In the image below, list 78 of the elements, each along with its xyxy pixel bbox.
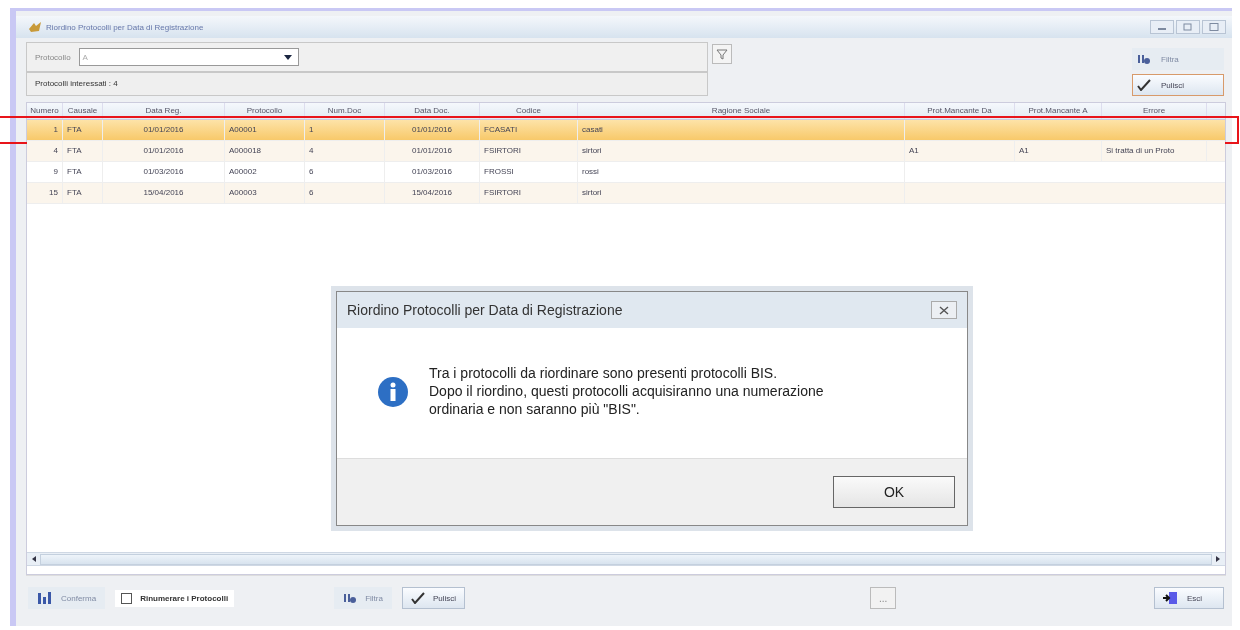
table-row[interactable]: 15 FTA 15/04/2016 A00003 6 15/04/2016 FSIRTORI sirtori [27, 183, 1225, 204]
column-header[interactable]: Codice [480, 103, 578, 119]
renumber-checkbox[interactable]: Rinumerare i Protocolli [115, 589, 235, 607]
table-cell: FTA [67, 167, 82, 176]
table-cell: 01/01/2016 [411, 146, 452, 155]
table-cell: 01/01/2016 [143, 146, 184, 155]
info-icon [377, 376, 409, 408]
table-cell: A00003 [229, 188, 257, 197]
caret-icon [283, 54, 292, 60]
table-cell: A000018 [229, 146, 262, 155]
filter-icon [343, 592, 358, 604]
scroll-left-icon[interactable] [31, 556, 37, 562]
table-cell: 15/04/2016 [411, 188, 452, 197]
column-header[interactable]: Errore [1102, 103, 1207, 119]
table-cell: Si tratta di un Proto [1106, 146, 1175, 155]
restore-icon [1183, 23, 1193, 31]
table-cell: sirtori [582, 188, 602, 197]
column-header[interactable]: Protocollo [225, 103, 305, 119]
dialog-message: Tra i protocolli da riordinare sono presenti protocolli BIS. Dopo il riordino, questi protocolli acquisiranno una numerazione ordinaria e non saranno più "BIS". [429, 364, 824, 418]
field-label: Protocollo [35, 52, 71, 62]
column-header[interactable]: Data Doc. [385, 103, 480, 119]
filter-icon [1137, 53, 1151, 65]
table-cell: A00002 [229, 167, 257, 176]
table-cell: 01/03/2016 [411, 167, 452, 176]
close-icon [939, 305, 949, 315]
column-header[interactable]: Data Reg. [103, 103, 225, 119]
table-cell: FTA [67, 188, 82, 197]
clear-button[interactable]: Pulisci [401, 587, 466, 609]
table-cell: sirtori [582, 146, 602, 155]
dialog-title: Riordino Protocolli per Data di Registrazione [347, 302, 623, 318]
table-cell: FTA [67, 146, 82, 155]
window-title: Riordino Protocolli per Data di Registrazione [46, 22, 204, 32]
table-cell: 1 [309, 125, 314, 134]
table-cell: A00001 [229, 125, 257, 134]
filter-clear-button[interactable] [712, 44, 732, 64]
table-cell: 15/04/2016 [143, 188, 184, 197]
table-row[interactable]: 4 FTA 01/01/2016 A000018 4 01/01/2016 FSIRTORI sirtori A1 A1 Si tratta di un Proto [27, 141, 1225, 162]
app-icon [28, 21, 42, 33]
table-cell: 15 [49, 188, 58, 197]
close-button[interactable] [931, 301, 957, 319]
column-header[interactable]: Prot.Mancante Da [905, 103, 1015, 119]
table-cell: FSIRTORI [484, 146, 522, 155]
maximize-icon [1209, 23, 1219, 31]
scroll-right-icon[interactable] [1215, 556, 1221, 562]
table-cell: FROSSI [484, 167, 514, 176]
exit-button[interactable]: Esci [1154, 587, 1224, 609]
table-row[interactable]: 9 FTA 01/03/2016 A00002 6 01/03/2016 FROSSI rossi [27, 162, 1225, 183]
table-cell: 1 [53, 125, 58, 134]
table-cell: 01/01/2016 [411, 125, 452, 134]
table-cell: casati [582, 125, 603, 134]
table-cell: FCASATI [484, 125, 518, 134]
table-cell: rossi [582, 167, 599, 176]
restore-button[interactable] [1176, 20, 1200, 34]
table-cell: A1 [1019, 146, 1029, 155]
table-cell: FSIRTORI [484, 188, 522, 197]
table-cell: 01/01/2016 [143, 125, 184, 134]
column-header[interactable]: Ragione Sociale [578, 103, 905, 119]
clear-button[interactable]: Pulisci [1132, 74, 1224, 96]
table-cell: 4 [53, 146, 58, 155]
column-header[interactable]: Causale [63, 103, 103, 119]
table-cell: FTA [67, 125, 82, 134]
check-icon [410, 592, 425, 604]
horizontal-scrollbar[interactable] [27, 552, 1225, 566]
maximize-button[interactable] [1202, 20, 1226, 34]
ok-button[interactable]: OK [833, 476, 955, 508]
table-cell: 6 [309, 188, 314, 197]
funnel-icon [716, 48, 728, 60]
exit-icon [1163, 591, 1179, 605]
table-cell: 01/03/2016 [143, 167, 184, 176]
table-cell: 9 [53, 167, 58, 176]
column-header[interactable]: Num.Doc [305, 103, 385, 119]
check-icon [1137, 79, 1151, 91]
column-header[interactable]: Numero [27, 103, 63, 119]
table-cell: 6 [309, 167, 314, 176]
minimize-button[interactable] [1150, 20, 1174, 34]
table-cell: A1 [909, 146, 919, 155]
table-cell: 4 [309, 146, 314, 155]
column-header[interactable]: Prot.Mancante A [1015, 103, 1102, 119]
